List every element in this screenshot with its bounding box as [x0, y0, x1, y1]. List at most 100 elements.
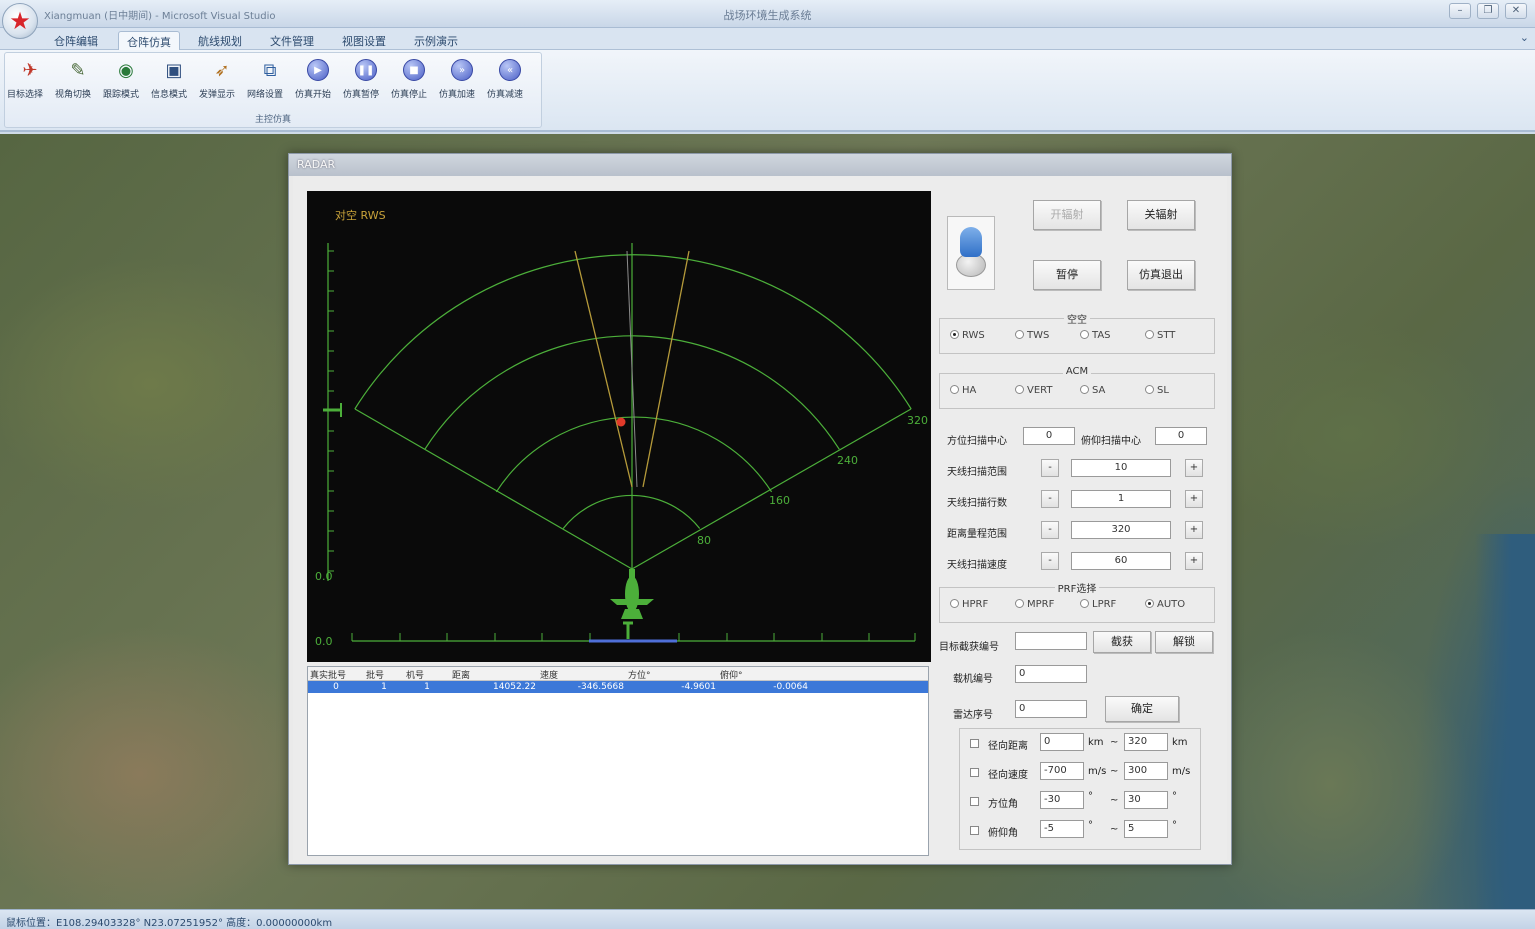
- filter-group: 径向距离 0 km ~ 320 km 径向速度 -700 m/s ~ 300 m…: [959, 728, 1201, 850]
- button-label: 仿真开始: [295, 90, 332, 100]
- filter-azimuth-min[interactable]: -30: [1040, 791, 1084, 809]
- filter-unit: m/s: [1172, 766, 1191, 777]
- scan-rows-input[interactable]: 1: [1071, 490, 1171, 508]
- filter-azimuth-max[interactable]: 30: [1124, 791, 1168, 809]
- confirm-button[interactable]: 确定: [1105, 696, 1179, 722]
- sim-speedup-button[interactable]: » 仿真加速: [439, 57, 485, 105]
- sim-pause-button[interactable]: ❚❚ 仿真暂停: [343, 57, 389, 105]
- radio-mprf[interactable]: MPRF: [1015, 599, 1080, 610]
- filter-elevation-min[interactable]: -5: [1040, 820, 1084, 838]
- filter-range-max[interactable]: 320: [1124, 733, 1168, 751]
- tab-demo[interactable]: 示例演示: [406, 31, 466, 50]
- filter-elevation-max[interactable]: 5: [1124, 820, 1168, 838]
- target-intercept-input[interactable]: [1015, 632, 1087, 650]
- radio-label: AUTO: [1157, 599, 1186, 610]
- radiate-off-button[interactable]: 关辐射: [1127, 200, 1195, 230]
- filter-speed-min[interactable]: -700: [1040, 762, 1084, 780]
- col-batch[interactable]: 批号: [364, 667, 404, 681]
- radio-rws[interactable]: RWS: [950, 330, 1015, 341]
- sim-slowdown-button[interactable]: « 仿真减速: [487, 57, 533, 105]
- legend-text: ACM: [1062, 366, 1092, 377]
- range-scale-minus-button[interactable]: -: [1041, 521, 1059, 539]
- tab-file-manage[interactable]: 文件管理: [262, 31, 322, 50]
- filter-speed-checkbox[interactable]: [970, 768, 979, 777]
- button-label: 仿真暂停: [343, 90, 380, 100]
- radio-sl[interactable]: SL: [1145, 385, 1210, 396]
- col-aircraft[interactable]: 机号: [404, 667, 450, 681]
- app-menu-button[interactable]: ★: [2, 3, 38, 39]
- radar-window: RADAR 对空 RWS 0.0 0.0 80 160 240 320 真实批号…: [288, 153, 1232, 865]
- map-sea: [1475, 534, 1535, 909]
- col-azimuth[interactable]: 方位°: [626, 667, 718, 681]
- tab-scene-sim[interactable]: 仓阵仿真: [118, 31, 180, 50]
- minimize-icon[interactable]: –: [1449, 3, 1471, 19]
- range-scale-input[interactable]: 320: [1071, 521, 1171, 539]
- col-distance[interactable]: 距离: [450, 667, 538, 681]
- filter-range-checkbox[interactable]: [970, 739, 979, 748]
- scan-range-minus-button[interactable]: -: [1041, 459, 1059, 477]
- filter-range-min[interactable]: 0: [1040, 733, 1084, 751]
- el-center-input[interactable]: 0: [1155, 427, 1207, 445]
- target-table[interactable]: 真实批号 批号 机号 距离 速度 方位° 俯仰° 0 1 1 14052.22 …: [307, 666, 929, 856]
- radio-dot: [1080, 330, 1089, 339]
- col-speed[interactable]: 速度: [538, 667, 626, 681]
- button-label: 网络设置: [247, 90, 284, 100]
- radio-vert[interactable]: VERT: [1015, 385, 1080, 396]
- tab-scene-edit[interactable]: 仓阵编辑: [46, 31, 106, 50]
- cell: 1: [381, 682, 387, 692]
- tab-route-plan[interactable]: 航线规划: [190, 31, 250, 50]
- radio-dot: [950, 385, 959, 394]
- star-logo-icon: ★: [9, 7, 31, 35]
- radar-power-toggle[interactable]: [947, 216, 995, 290]
- radio-sa[interactable]: SA: [1080, 385, 1145, 396]
- target-select-button[interactable]: ✈ 目标选择: [7, 57, 53, 105]
- sim-stop-button[interactable]: ■ 仿真停止: [391, 57, 437, 105]
- radar-scope[interactable]: 对空 RWS 0.0 0.0 80 160 240 320: [307, 191, 931, 662]
- missile-display-button[interactable]: ➶ 发弹显示: [199, 57, 245, 105]
- scan-rows-minus-button[interactable]: -: [1041, 490, 1059, 508]
- air-mode-options: RWS TWS TAS STT: [950, 330, 1210, 341]
- filter-azimuth-checkbox[interactable]: [970, 797, 979, 806]
- table-row[interactable]: 0 1 1 14052.22 -346.5668 -4.9601 -0.0064: [308, 681, 928, 693]
- pause-button[interactable]: 暂停: [1033, 260, 1101, 290]
- help-icon[interactable]: ⌄: [1520, 31, 1529, 44]
- radio-auto[interactable]: AUTO: [1145, 599, 1210, 610]
- sim-exit-button[interactable]: 仿真退出: [1127, 260, 1195, 290]
- col-true-batch[interactable]: 真实批号: [308, 667, 364, 681]
- range-scale-plus-button[interactable]: +: [1185, 521, 1203, 539]
- info-mode-button[interactable]: ▣ 信息模式: [151, 57, 197, 105]
- maximize-icon[interactable]: ❐: [1477, 3, 1499, 19]
- radio-tws[interactable]: TWS: [1015, 330, 1080, 341]
- tab-view-settings[interactable]: 视图设置: [334, 31, 394, 50]
- scan-speed-plus-button[interactable]: +: [1185, 552, 1203, 570]
- col-elevation[interactable]: 俯仰°: [718, 667, 810, 681]
- radio-tas[interactable]: TAS: [1080, 330, 1145, 341]
- radio-lprf[interactable]: LPRF: [1080, 599, 1145, 610]
- track-mode-button[interactable]: ◉ 跟踪模式: [103, 57, 149, 105]
- intercept-button[interactable]: 截获: [1093, 631, 1151, 653]
- network-settings-button[interactable]: ⧉ 网络设置: [247, 57, 293, 105]
- unlock-button[interactable]: 解锁: [1155, 631, 1213, 653]
- sim-start-button[interactable]: ▶ 仿真开始: [295, 57, 341, 105]
- scan-speed-minus-button[interactable]: -: [1041, 552, 1059, 570]
- filter-speed-max[interactable]: 300: [1124, 762, 1168, 780]
- az-center-input[interactable]: 0: [1023, 427, 1075, 445]
- close-icon[interactable]: ✕: [1505, 3, 1527, 19]
- scan-range-input[interactable]: 10: [1071, 459, 1171, 477]
- range-arc-160: [495, 416, 773, 493]
- radio-hprf[interactable]: HPRF: [950, 599, 1015, 610]
- target-blip[interactable]: [616, 417, 626, 427]
- radio-label: HA: [962, 385, 977, 396]
- scan-speed-input[interactable]: 60: [1071, 552, 1171, 570]
- radar-no-input[interactable]: 0: [1015, 700, 1087, 718]
- radar-window-title[interactable]: RADAR: [289, 154, 1231, 176]
- radiate-on-button[interactable]: 开辐射: [1033, 200, 1101, 230]
- scan-range-plus-button[interactable]: +: [1185, 459, 1203, 477]
- aircraft-no-input[interactable]: 0: [1015, 665, 1087, 683]
- view-switch-button[interactable]: ✎ 视角切换: [55, 57, 101, 105]
- radio-stt[interactable]: STT: [1145, 330, 1210, 341]
- radio-ha[interactable]: HA: [950, 385, 1015, 396]
- scan-rows-plus-button[interactable]: +: [1185, 490, 1203, 508]
- filter-elevation-checkbox[interactable]: [970, 826, 979, 835]
- range-label-160: 160: [769, 494, 790, 507]
